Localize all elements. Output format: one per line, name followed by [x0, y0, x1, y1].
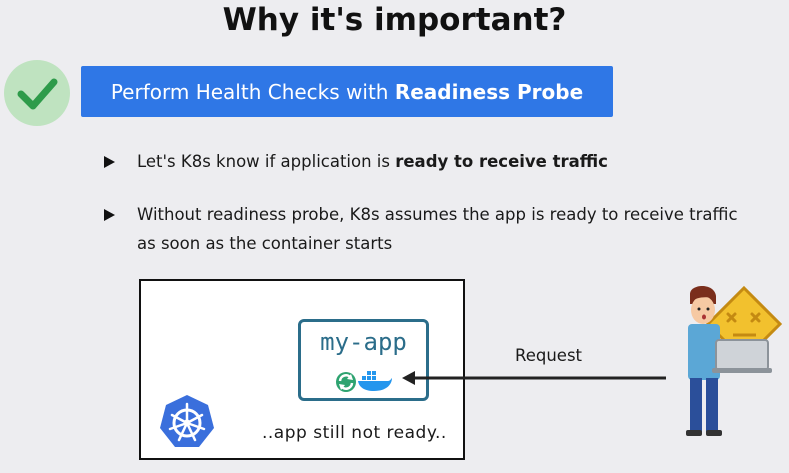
request-arrow-icon	[402, 371, 666, 385]
check-icon	[17, 78, 58, 110]
bullet-text: Let's K8s know if application is	[137, 152, 396, 171]
bullet-text-line2: as soon as the container starts	[137, 234, 393, 253]
bullet-arrow-icon	[104, 209, 115, 221]
banner-text: Perform Health Checks with	[110, 79, 395, 104]
banner-bold-text: Readiness Probe	[394, 79, 584, 104]
check-badge	[4, 60, 70, 126]
bullet-arrow-icon	[104, 156, 115, 168]
request-label: Request	[515, 346, 583, 365]
bullet-text-line1: Without readiness probe, K8s assumes the…	[137, 205, 738, 224]
bullet-bold-text: ready to receive traffic	[395, 152, 608, 171]
docker-whale-icon	[358, 371, 392, 391]
page-title: Why it's important?	[222, 2, 567, 38]
person-with-laptop-icon	[686, 285, 783, 436]
refresh-icon	[336, 372, 356, 392]
kubernetes-helm-icon	[160, 395, 214, 447]
app-status-text: ..app still not ready..	[262, 423, 447, 443]
readiness-probe-banner: Perform Health Checks with Readiness Pro…	[81, 66, 613, 117]
app-name: my-app	[320, 328, 407, 356]
